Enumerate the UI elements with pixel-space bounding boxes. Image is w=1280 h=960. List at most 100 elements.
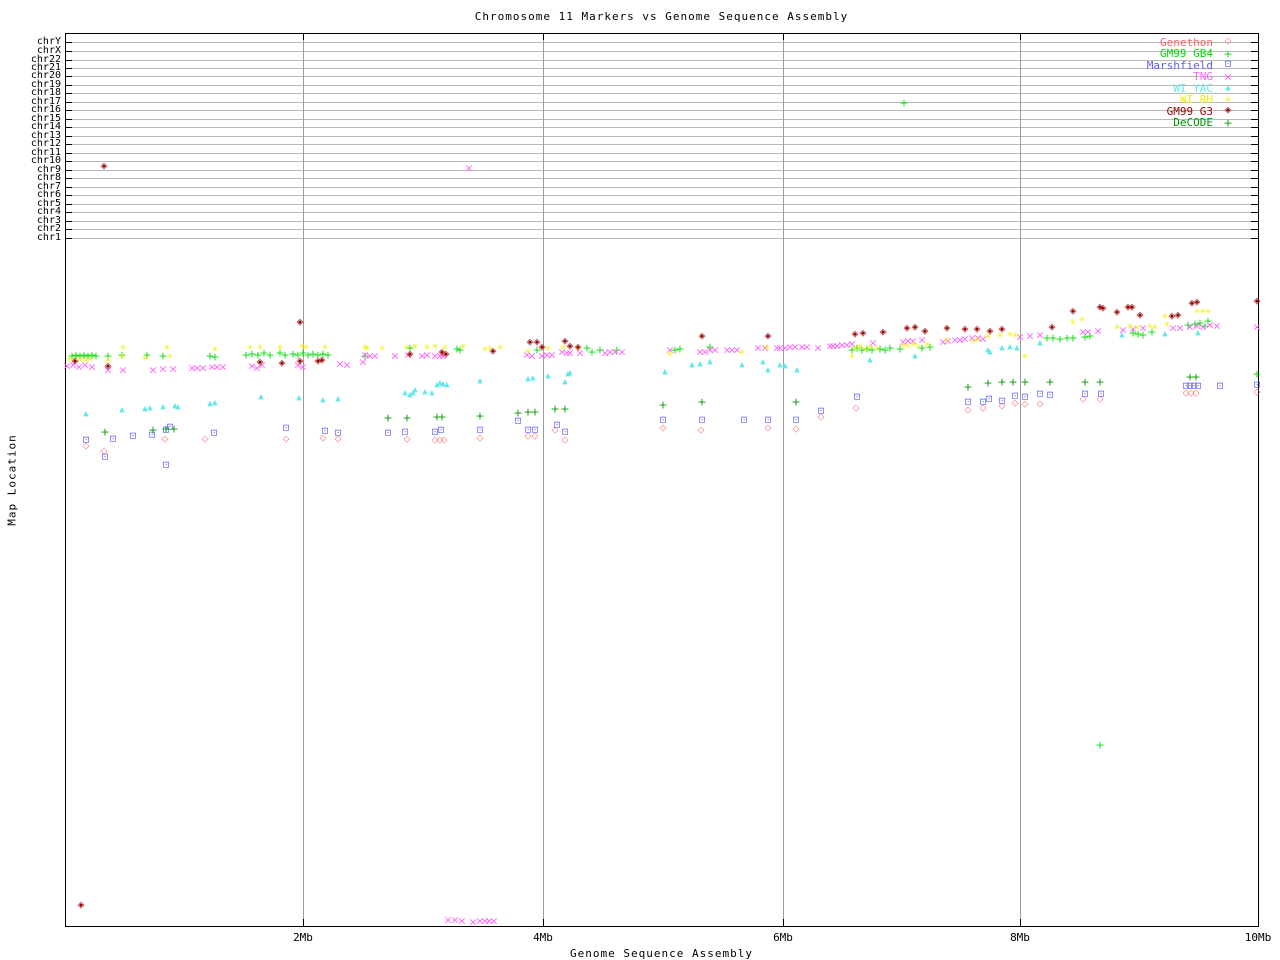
data-point-marshfield: ⊡	[109, 435, 117, 444]
data-point-gm99-g3: ◈	[443, 350, 450, 359]
x-tick-label: 2Mb	[293, 932, 313, 943]
data-point-genethon: ◇	[853, 404, 860, 413]
data-point-tng: ×	[158, 363, 167, 374]
data-point-decode: +	[169, 423, 178, 434]
data-point-marshfield: ⊡	[740, 416, 748, 425]
data-point-wi-rh: ✳	[915, 343, 922, 351]
data-point-decode: +	[402, 412, 411, 423]
data-point-marshfield: ⊡	[401, 428, 409, 437]
data-point-marshfield: ⊡	[321, 427, 329, 436]
chromosome-gridline	[65, 195, 1258, 196]
x-gridline	[543, 33, 544, 926]
data-point-marshfield: ⊡	[282, 424, 290, 433]
data-point-decode: +	[658, 399, 667, 410]
data-point-wi-rh: ✳	[120, 344, 127, 352]
data-point-decode: +	[437, 411, 446, 422]
data-point-wi-yac: ▲	[760, 358, 765, 365]
y-tick-left	[65, 178, 72, 179]
data-point-marshfield: ⊡	[792, 416, 800, 425]
data-point-gm99-g3: ◈	[407, 350, 414, 359]
data-point-gm99-g3: ◈	[999, 325, 1006, 334]
data-point-wi-yac: ▲	[987, 348, 992, 355]
legend-marker-marshfield: ⊡	[1224, 61, 1232, 70]
y-tick-right	[1251, 153, 1258, 154]
data-point-wi-yac: ▲	[689, 361, 694, 368]
legend-label-wi-yac: WI YAC	[1173, 83, 1213, 94]
data-point-wi-rh: ✳	[764, 344, 771, 352]
data-point-wi-yac: ▲	[562, 378, 567, 385]
data-point-gm99-g3: ◈	[962, 325, 969, 334]
y-tick-left	[65, 102, 72, 103]
y-tick-left	[65, 161, 72, 162]
chromosome-gridline	[65, 238, 1258, 239]
data-point-gm99-g3: ◈	[319, 356, 326, 365]
data-point-wi-yac: ▲	[258, 393, 263, 400]
data-point-marshfield: ⊡	[764, 416, 772, 425]
data-point-marshfield: ⊡	[1081, 390, 1089, 399]
data-point-wi-yac: ▲	[320, 396, 325, 403]
y-tick-right	[1251, 204, 1258, 205]
y-tick-left	[65, 110, 72, 111]
chromosome-gridline	[65, 161, 1258, 162]
data-point-genethon: ◇	[793, 425, 800, 434]
x-tick-top	[1020, 33, 1021, 40]
data-point-tng: ×	[489, 915, 498, 926]
data-point-gm99-g3: ◈	[912, 323, 919, 332]
legend-marker-wi-yac: ▲	[1225, 85, 1230, 92]
x-tick-label: 4Mb	[533, 932, 553, 943]
data-point-wi-rh: ✳	[322, 344, 329, 352]
data-point-marshfield: ⊡	[998, 397, 1006, 406]
data-point-genethon: ◇	[283, 435, 290, 444]
data-point-wi-rh: ✳	[867, 344, 874, 352]
legend-marker-wi-rh: ✳	[1225, 96, 1232, 104]
data-point-marshfield: ⊡	[437, 426, 445, 435]
y-tick-right	[1251, 212, 1258, 213]
y-tick-right	[1251, 68, 1258, 69]
data-point-gm99-g3: ◈	[1175, 311, 1182, 320]
data-point-wi-yac: ▲	[175, 403, 180, 410]
legend-label-decode: DeCODE	[1173, 117, 1213, 128]
data-point-marshfield: ⊡	[334, 429, 342, 438]
data-point-tng: ×	[118, 364, 127, 375]
legend-label-genethon: Genethon	[1160, 37, 1213, 48]
data-point-wi-rh: ✳	[247, 344, 254, 352]
x-tick-bottom	[783, 919, 784, 926]
x-tick-bottom	[303, 919, 304, 926]
chromosome-gridline	[65, 153, 1258, 154]
data-point-decode: +	[475, 410, 484, 421]
legend-marker-gm99-gb4: +	[1223, 48, 1232, 59]
chromosome-gridline	[65, 93, 1258, 94]
data-point-wi-yac: ▲	[765, 366, 770, 373]
chromosome-gridline	[65, 51, 1258, 52]
y-tick-right	[1251, 51, 1258, 52]
y-tick-right	[1251, 144, 1258, 145]
data-point-gm99-g3: ◈	[567, 342, 574, 351]
x-gridline	[783, 33, 784, 926]
data-point-marshfield: ⊡	[384, 429, 392, 438]
data-point-decode: +	[697, 396, 706, 407]
data-point-gm99-g3: ◈	[1100, 304, 1107, 313]
y-tick-right	[1251, 178, 1258, 179]
legend-marker-gm99-g3: ◈	[1225, 107, 1232, 116]
data-point-gm99-g3: ◈	[105, 362, 112, 371]
data-point-wi-yac: ▲	[1119, 331, 1124, 338]
data-point-wi-rh: ✳	[460, 343, 467, 351]
data-point-wi-rh: ✳	[379, 345, 386, 353]
data-point-wi-yac: ▲	[1195, 329, 1200, 336]
data-point-gm99-g3: ◈	[987, 327, 994, 336]
legend-marker-decode: +	[1223, 117, 1232, 128]
data-point-wi-yac: ▲	[867, 356, 872, 363]
data-point-wi-rh: ✳	[944, 337, 951, 345]
data-point-gm99-g3: ◈	[539, 343, 546, 352]
data-point-wi-rh: ✳	[1079, 316, 1086, 324]
data-point-genethon: ◇	[202, 435, 209, 444]
data-point-gm99-g3: ◈	[1070, 307, 1077, 316]
data-point-wi-yac: ▲	[160, 403, 165, 410]
data-point-tng: ×	[1093, 325, 1102, 336]
data-point-genethon: ◇	[660, 424, 667, 433]
data-point-decode: +	[963, 381, 972, 392]
data-point-decode: +	[513, 407, 522, 418]
data-point-genethon: ◇	[765, 424, 772, 433]
data-point-gm99-gb4: +	[265, 349, 274, 360]
chromosome-gridline	[65, 42, 1258, 43]
